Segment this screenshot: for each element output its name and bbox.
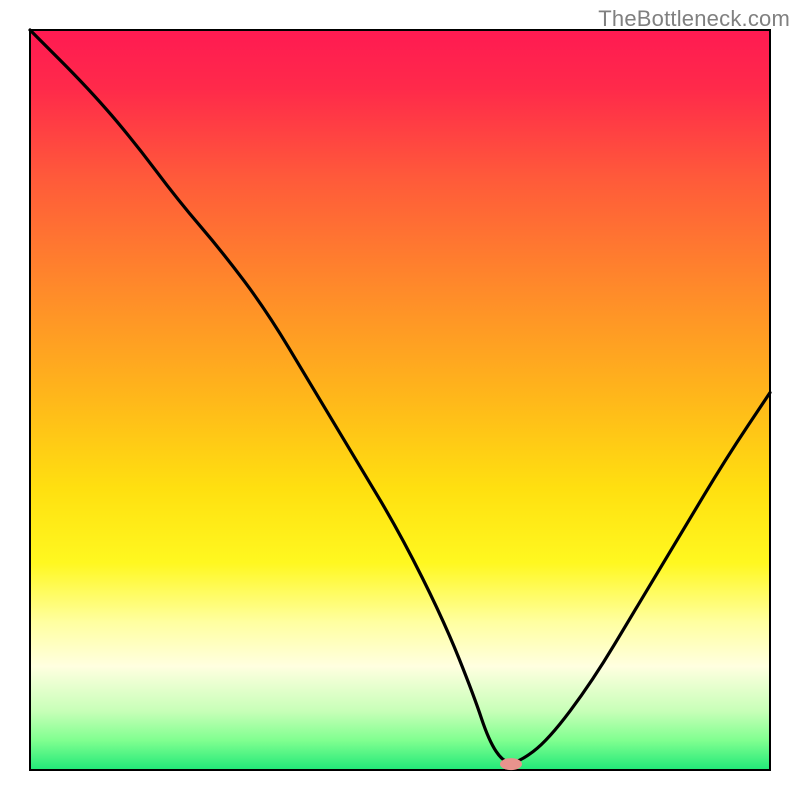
optimal-point-marker [500, 758, 522, 770]
bottleneck-chart [0, 0, 800, 800]
plot-area [30, 30, 770, 770]
chart-container: TheBottleneck.com [0, 0, 800, 800]
watermark-text: TheBottleneck.com [598, 6, 790, 32]
gradient-background [30, 30, 770, 770]
